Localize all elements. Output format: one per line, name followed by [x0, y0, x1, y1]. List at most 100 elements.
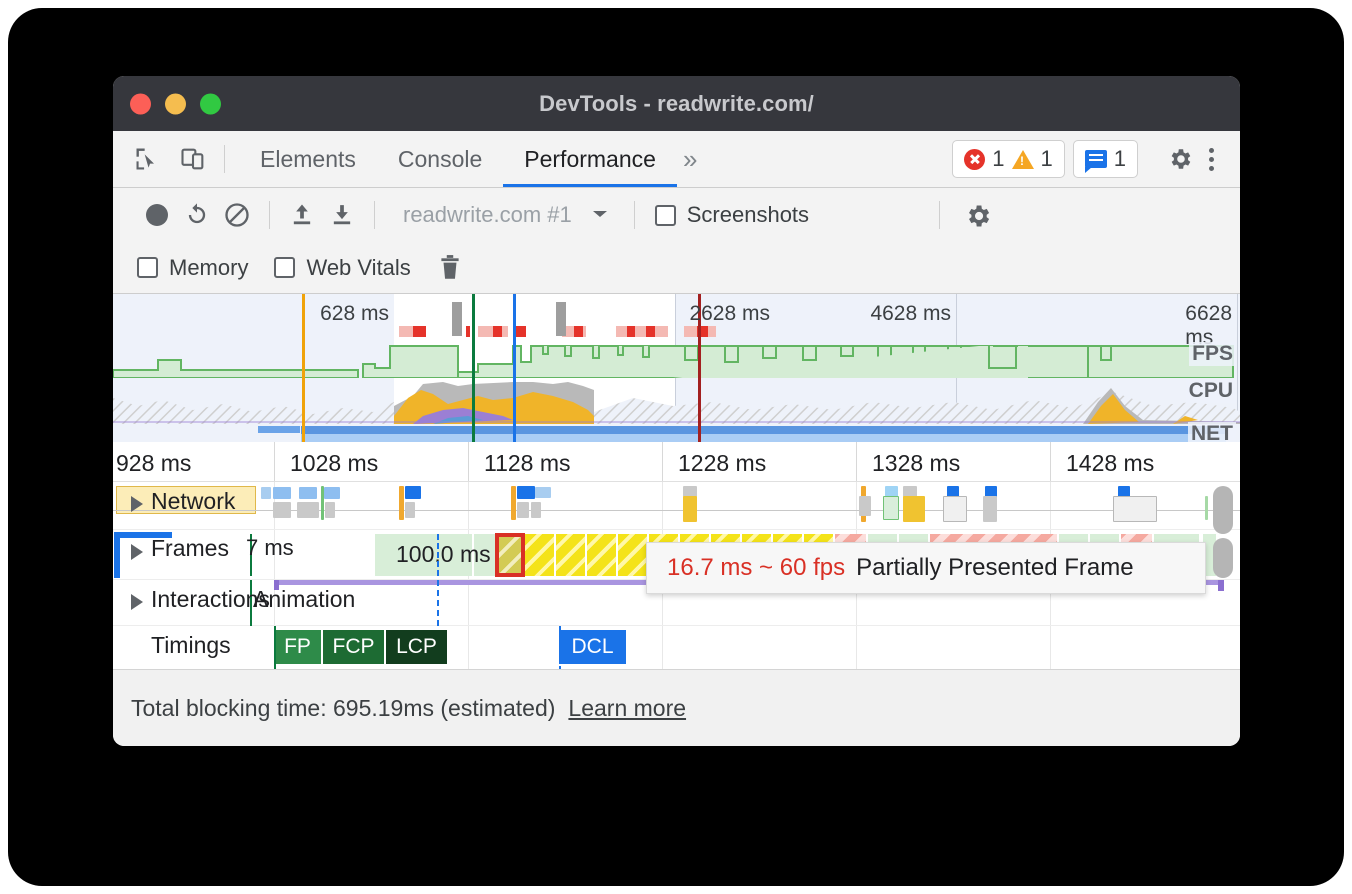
- session-name-label: readwrite.com #1: [403, 202, 572, 228]
- network-request[interactable]: [943, 496, 967, 522]
- overview-marker-block-2: [556, 302, 566, 336]
- tab-console[interactable]: Console: [377, 131, 503, 187]
- tabbar-left-icons: [113, 131, 208, 187]
- frame-partial[interactable]: [587, 534, 617, 576]
- net-band-label: NET: [1188, 422, 1236, 442]
- network-request[interactable]: [517, 502, 529, 518]
- network-track-scrollbar[interactable]: [1213, 486, 1233, 534]
- frame-partial[interactable]: [525, 534, 555, 576]
- network-request[interactable]: [511, 486, 516, 520]
- inspect-cursor-icon[interactable]: [132, 144, 162, 174]
- timing-badge-dcl[interactable]: DCL: [559, 630, 627, 664]
- minimize-window-button[interactable]: [165, 93, 186, 114]
- cpu-band-label: CPU: [1186, 379, 1236, 403]
- network-expand-triangle[interactable]: [131, 496, 143, 512]
- web-vitals-checkbox-box: [274, 257, 295, 278]
- screenshots-checkbox[interactable]: Screenshots: [655, 202, 809, 228]
- memory-checkbox[interactable]: Memory: [137, 255, 248, 281]
- network-request[interactable]: [1113, 496, 1157, 522]
- network-request[interactable]: [324, 487, 340, 499]
- trash-icon[interactable]: [437, 254, 463, 282]
- upload-profile-icon[interactable]: [282, 195, 322, 235]
- download-profile-icon[interactable]: [322, 195, 362, 235]
- network-request[interactable]: [983, 496, 997, 522]
- chevron-down-icon[interactable]: [590, 207, 610, 224]
- interactions-expand-triangle[interactable]: [131, 594, 143, 610]
- ruler-tick-0: 928 ms: [116, 450, 191, 477]
- fps-band-label: FPS: [1189, 342, 1236, 366]
- memory-checkbox-box: [137, 257, 158, 278]
- screenshots-label: Screenshots: [687, 202, 809, 228]
- network-request[interactable]: [883, 496, 899, 520]
- overview-marker-block-1: [452, 302, 462, 336]
- network-request[interactable]: [321, 486, 324, 520]
- network-request[interactable]: [297, 502, 319, 518]
- message-count: 1: [1114, 146, 1126, 172]
- zoom-window-button[interactable]: [200, 93, 221, 114]
- kebab-menu-icon[interactable]: [1201, 148, 1222, 171]
- frame-selected-partially-presented[interactable]: [495, 533, 525, 577]
- track-label-network: Network: [151, 488, 235, 515]
- capture-settings-gear-icon[interactable]: [964, 202, 990, 228]
- frame-partial[interactable]: [618, 534, 648, 576]
- selection-start-marker: [302, 294, 305, 442]
- frame-duration-label-long: 100.0 ms: [396, 541, 491, 568]
- record-circle-icon[interactable]: [137, 195, 177, 235]
- window-titlebar: DevTools - readwrite.com/: [113, 76, 1240, 131]
- network-request[interactable]: [517, 486, 535, 499]
- ruler-tick-4: 1328 ms: [872, 450, 960, 477]
- timing-badge-fp[interactable]: FP: [274, 630, 322, 664]
- network-request[interactable]: [399, 486, 404, 520]
- timeline-tracks[interactable]: Network: [113, 482, 1240, 672]
- network-request[interactable]: [683, 496, 697, 522]
- performance-toolbar-secondary: Memory Web Vitals: [113, 242, 1240, 294]
- frames-track-scrollbar[interactable]: [1213, 538, 1233, 578]
- net-graph: [113, 424, 1240, 442]
- network-request[interactable]: [859, 496, 871, 516]
- track-label-animation: Animation: [253, 586, 355, 613]
- warning-count: 1: [1041, 146, 1053, 172]
- tabbar-right-group: 1 1 1: [952, 131, 1240, 187]
- network-request[interactable]: [405, 502, 415, 518]
- warning-icon: [1012, 150, 1034, 169]
- tab-performance[interactable]: Performance: [503, 131, 677, 187]
- close-window-button[interactable]: [130, 93, 151, 114]
- network-request[interactable]: [261, 487, 271, 499]
- network-request[interactable]: [405, 486, 421, 499]
- frame-partial[interactable]: [556, 534, 586, 576]
- message-icon: [1085, 150, 1107, 168]
- learn-more-link[interactable]: Learn more: [568, 695, 686, 722]
- network-request[interactable]: [535, 487, 551, 498]
- performance-toolbar-primary: readwrite.com #1 Screenshots: [113, 188, 1240, 242]
- network-request[interactable]: [531, 502, 541, 518]
- web-vitals-checkbox[interactable]: Web Vitals: [274, 255, 410, 281]
- network-request[interactable]: [273, 487, 291, 499]
- status-footer: Total blocking time: 695.19ms (estimated…: [113, 669, 1240, 746]
- track-row-timings[interactable]: Timings FP FCP LCP DCL: [113, 626, 1240, 672]
- frames-expand-triangle[interactable]: [131, 544, 143, 560]
- reload-record-icon[interactable]: [177, 195, 217, 235]
- network-request[interactable]: [325, 502, 335, 518]
- ruler-tick-5: 1428 ms: [1066, 450, 1154, 477]
- overview-tick-2: 4628 ms: [870, 302, 951, 326]
- timing-badge-lcp[interactable]: LCP: [386, 630, 448, 664]
- settings-gear-icon[interactable]: [1167, 146, 1193, 172]
- performance-overview[interactable]: 628 ms 2628 ms 4628 ms 6628 ms FPS CPU N…: [113, 294, 1240, 442]
- cpu-graph: [113, 376, 1240, 424]
- clear-icon[interactable]: [217, 195, 257, 235]
- timing-badge-fcp[interactable]: FCP: [323, 630, 385, 664]
- tab-elements[interactable]: Elements: [239, 131, 377, 187]
- network-request[interactable]: [903, 496, 925, 522]
- network-request[interactable]: [1205, 496, 1208, 520]
- track-row-network[interactable]: Network: [113, 482, 1240, 530]
- issues-counter[interactable]: 1 1: [952, 140, 1065, 178]
- more-tabs-icon[interactable]: »: [677, 131, 713, 187]
- network-request[interactable]: [273, 502, 291, 518]
- tabbar-divider: [224, 145, 225, 173]
- ruler-tick-2: 1128 ms: [484, 450, 571, 477]
- first-paint-marker: [472, 294, 475, 442]
- network-request[interactable]: [299, 487, 317, 499]
- messages-counter[interactable]: 1: [1073, 140, 1138, 178]
- device-toolbar-icon[interactable]: [178, 144, 208, 174]
- overview-tick-0: 628 ms: [320, 302, 389, 326]
